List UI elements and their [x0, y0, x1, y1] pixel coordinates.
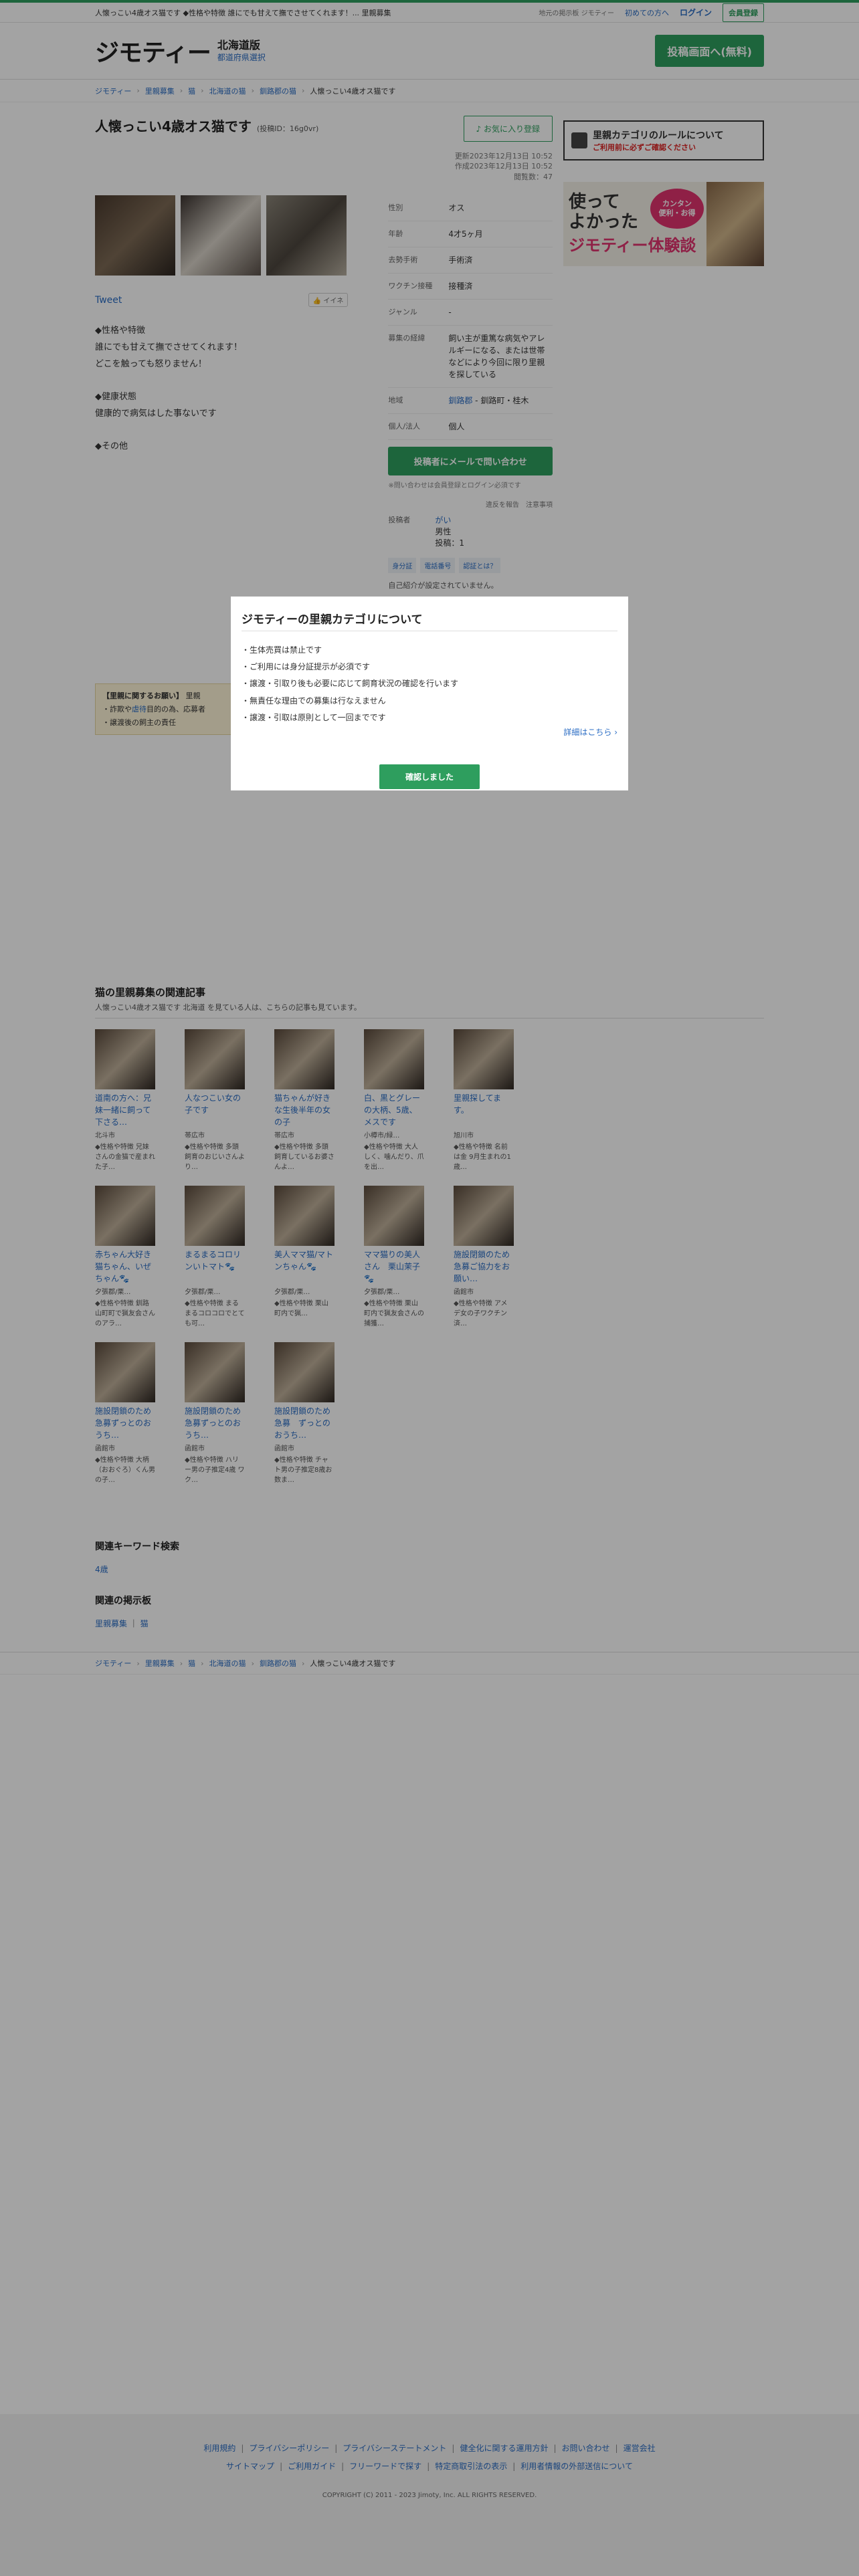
modal-overlay[interactable]	[0, 0, 859, 2576]
modal-details-link[interactable]: 詳細はこちら ›	[563, 728, 617, 737]
modal-rules-list: ・生体売買は禁止です ・ご利用には身分証提示が必須です ・譲渡・引取り後も必要に…	[242, 645, 459, 722]
modal-title: ジモティーの里親カテゴリについて	[242, 610, 617, 631]
confirm-button[interactable]: 確認しました	[379, 764, 480, 789]
adoption-rules-modal: ジモティーの里親カテゴリについて ・生体売買は禁止です ・ご利用には身分証提示が…	[231, 597, 628, 790]
